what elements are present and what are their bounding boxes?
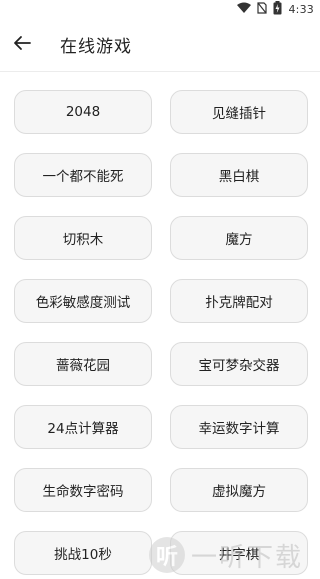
game-button-color-sensitivity-test[interactable]: 色彩敏感度测试 xyxy=(14,279,152,323)
status-bar: 4:33 xyxy=(0,0,320,18)
game-button-heibaiqi[interactable]: 黑白棋 xyxy=(170,153,308,197)
app-header: 在线游戏 xyxy=(0,18,320,72)
back-button[interactable] xyxy=(0,23,44,67)
wifi-icon xyxy=(237,2,252,16)
page-title: 在线游戏 xyxy=(60,37,132,57)
game-button-jianfengchazhen[interactable]: 见缝插针 xyxy=(170,90,308,134)
status-time: 4:33 xyxy=(288,2,314,16)
watermark: 听 一听下载 xyxy=(149,535,314,575)
game-button-rose-garden[interactable]: 蔷薇花园 xyxy=(14,342,152,386)
no-sim-icon xyxy=(257,1,268,17)
game-button-poker-match[interactable]: 扑克牌配对 xyxy=(170,279,308,323)
watermark-text: 一听下载 xyxy=(191,542,304,573)
battery-charging-icon xyxy=(273,0,282,18)
game-button-lucky-number[interactable]: 幸运数字计算 xyxy=(170,405,308,449)
game-button-virtual-cube[interactable]: 虚拟魔方 xyxy=(170,468,308,512)
game-button-pokemon-fusion[interactable]: 宝可梦杂交器 xyxy=(170,342,308,386)
game-button-challenge-10s[interactable]: 挑战10秒 xyxy=(14,531,152,575)
arrow-left-icon xyxy=(13,34,31,56)
game-button-2048[interactable]: 2048 xyxy=(14,90,152,134)
game-grid: 2048 见缝插针 一个都不能死 黑白棋 切积木 魔方 色彩敏感度测试 扑克牌配… xyxy=(14,90,308,575)
game-button-24-point-calculator[interactable]: 24点计算器 xyxy=(14,405,152,449)
game-button-qiejimu[interactable]: 切积木 xyxy=(14,216,152,260)
game-button-mofang[interactable]: 魔方 xyxy=(170,216,308,260)
game-button-yigedoubunengsi[interactable]: 一个都不能死 xyxy=(14,153,152,197)
game-button-life-number-code[interactable]: 生命数字密码 xyxy=(14,468,152,512)
watermark-logo: 听 xyxy=(149,537,185,573)
